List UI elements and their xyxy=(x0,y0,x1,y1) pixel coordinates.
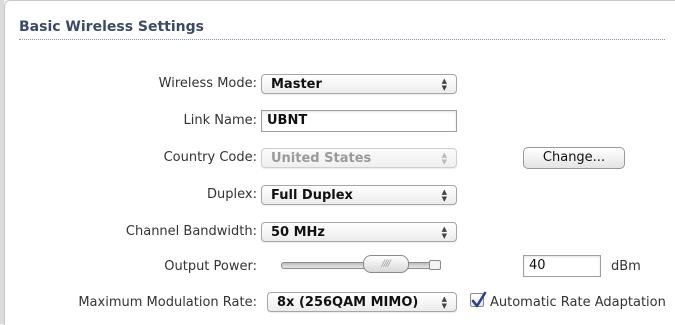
output-power-label: Output Power: xyxy=(164,259,257,274)
output-power-unit: dBm xyxy=(611,259,641,274)
max-modulation-rate-label: Maximum Modulation Rate: xyxy=(78,295,257,310)
output-power-input[interactable]: 40 xyxy=(523,255,601,277)
max-modulation-rate-value: 8x (256QAM MIMO) xyxy=(277,295,419,310)
country-code-value: United States xyxy=(271,151,372,166)
wireless-mode-label: Wireless Mode: xyxy=(158,76,257,91)
auto-rate-adaptation-label: Automatic Rate Adaptation xyxy=(490,295,666,310)
auto-rate-adaptation-checkbox[interactable] xyxy=(470,291,487,308)
duplex-value: Full Duplex xyxy=(271,188,353,203)
channel-bandwidth-select[interactable]: 50 MHz ▲ ▼ xyxy=(261,222,457,242)
link-name-label: Link Name: xyxy=(183,113,258,128)
updown-arrows-icon: ▲ ▼ xyxy=(441,187,447,203)
wireless-mode-value: Master xyxy=(271,77,322,92)
updown-arrows-icon: ▲ ▼ xyxy=(441,224,447,240)
section-divider xyxy=(19,39,665,40)
wireless-mode-select[interactable]: Master ▲ ▼ xyxy=(261,74,457,94)
country-code-label: Country Code: xyxy=(163,150,257,165)
duplex-label: Duplex: xyxy=(207,187,257,202)
updown-arrows-icon: ▲ ▼ xyxy=(441,294,447,310)
updown-arrows-icon: ▲ ▼ xyxy=(441,76,447,92)
duplex-select[interactable]: Full Duplex ▲ ▼ xyxy=(261,185,457,205)
checkmark-icon xyxy=(471,291,487,308)
link-name-input[interactable]: UBNT xyxy=(261,110,457,132)
slider-grip-icon[interactable]: //// xyxy=(362,255,409,273)
output-power-slider-track[interactable] xyxy=(281,262,439,269)
change-country-button[interactable]: Change... xyxy=(523,147,625,169)
channel-bandwidth-label: Channel Bandwidth: xyxy=(125,224,257,239)
output-power-slider-end xyxy=(429,260,441,270)
updown-arrows-icon: ▲ ▼ xyxy=(441,150,447,166)
settings-panel: Basic Wireless Settings Wireless Mode: M… xyxy=(4,0,675,325)
max-modulation-rate-select[interactable]: 8x (256QAM MIMO) ▲ ▼ xyxy=(267,292,457,312)
channel-bandwidth-value: 50 MHz xyxy=(271,225,325,240)
country-code-select: United States ▲ ▼ xyxy=(261,148,457,168)
section-title: Basic Wireless Settings xyxy=(19,19,204,35)
